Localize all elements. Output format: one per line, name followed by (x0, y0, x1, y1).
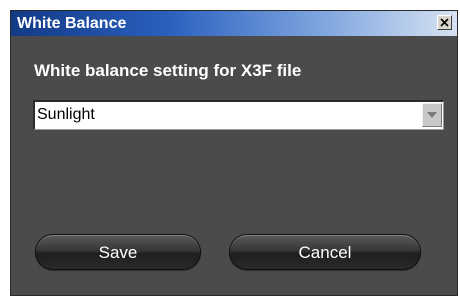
close-button[interactable] (437, 15, 452, 30)
dialog-body: White balance setting for X3F file Sunli… (11, 36, 457, 295)
white-balance-select[interactable]: Sunlight (33, 100, 444, 130)
white-balance-dialog: White Balance White balance setting for … (10, 10, 458, 296)
setting-heading: White balance setting for X3F file (34, 61, 302, 80)
selected-value: Sunlight (37, 106, 95, 123)
dropdown-arrow-icon[interactable] (422, 103, 442, 127)
title-bar[interactable]: White Balance (11, 11, 457, 36)
cancel-button-label: Cancel (298, 243, 352, 262)
window-title: White Balance (17, 15, 127, 32)
save-button[interactable]: Save (35, 234, 201, 270)
cancel-button[interactable]: Cancel (229, 234, 421, 270)
save-button-label: Save (98, 243, 138, 262)
